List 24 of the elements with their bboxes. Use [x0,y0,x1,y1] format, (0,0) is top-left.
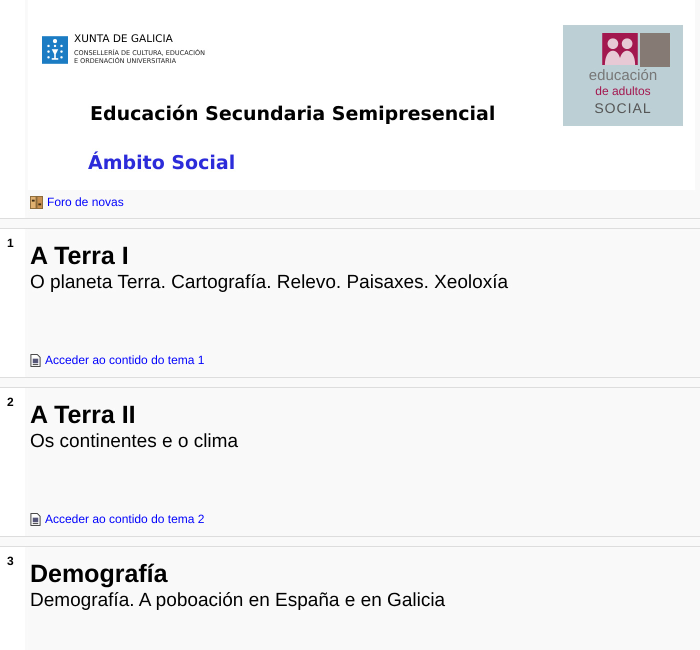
forum-link[interactable]: Foro de novas [30,195,124,209]
logo-square [640,33,670,67]
section-title: Demografía [30,558,169,588]
section-number: 1 [7,236,14,250]
section-title: A Terra I [30,240,130,270]
banner-subtitle: Ámbito Social [88,152,236,174]
content-link[interactable]: Acceder ao contido do tema 1 [30,353,204,367]
section-title: A Terra II [30,400,137,430]
people-icon [602,33,638,65]
document-icon [30,354,41,366]
logo-text: educación [588,67,658,84]
section-number: 3 [7,554,14,568]
document-icon [30,512,41,526]
shield-icon [42,33,68,67]
content-link[interactable]: Acceder ao contido do tema 2 [30,512,204,526]
section-summary: Demografía. A poboación en España e en Galicia [30,588,446,612]
section-number: 2 [7,394,14,408]
forum-icon [30,196,43,208]
logo-text: de adultos [595,84,651,99]
section-summary: Os continentes e o clima [30,430,240,454]
section-summary: O planeta Terra. Cartografía. Relevo. Paisaxes. Xeoloxía [30,270,510,294]
banner-title: Educación Secundaria Semipresencial [90,103,496,125]
logo-text: SOCIAL [594,99,652,117]
organization-name: XUNTA DE GALICIA [74,33,174,46]
